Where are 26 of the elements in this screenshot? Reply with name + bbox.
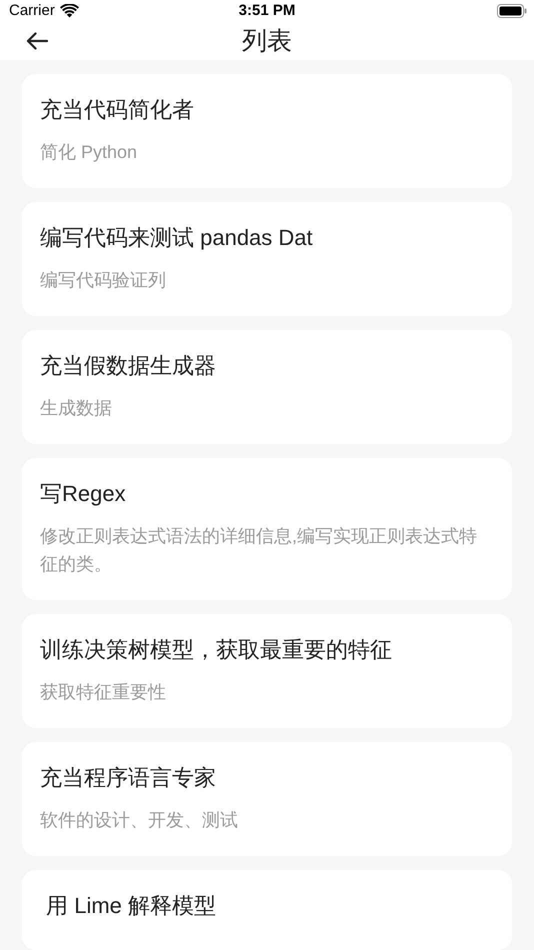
carrier-label: Carrier	[9, 1, 55, 21]
list-card[interactable]: 编写代码来测试 pandas Dat 编写代码验证列	[22, 202, 512, 316]
card-title: 训练决策树模型，获取最重要的特征	[40, 636, 393, 664]
battery-icon	[497, 4, 527, 18]
card-title: 用 Lime 解释模型	[45, 892, 218, 920]
page-title: 列表	[242, 26, 292, 56]
status-time: 3:51 PM	[238, 1, 296, 21]
card-title: 写Regex	[40, 480, 127, 508]
card-subtitle: 编写代码验证列	[40, 269, 167, 292]
card-subtitle: 软件的设计、开发、测试	[40, 809, 239, 832]
card-title: 充当假数据生成器	[40, 352, 217, 380]
list-card[interactable]: 写Regex 修改正则表达式语法的详细信息,编写实现正则表达式特征的类。	[22, 458, 512, 600]
list-card[interactable]: 用 Lime 解释模型	[22, 870, 512, 950]
card-subtitle: 生成数据	[40, 397, 113, 420]
card-subtitle: 修改正则表达式语法的详细信息,编写实现正则表达式特征的类。	[40, 525, 478, 576]
card-subtitle: 简化 Python	[40, 141, 138, 164]
list-card[interactable]: 充当程序语言专家 软件的设计、开发、测试	[22, 742, 512, 856]
card-title: 充当程序语言专家	[40, 764, 217, 792]
card-subtitle: 获取特征重要性	[40, 681, 167, 704]
back-arrow-icon	[26, 32, 48, 50]
wifi-icon	[60, 4, 79, 18]
card-title: 充当代码简化者	[40, 96, 195, 124]
list-card[interactable]: 训练决策树模型，获取最重要的特征 获取特征重要性	[22, 614, 512, 728]
list-card[interactable]: 充当假数据生成器 生成数据	[22, 330, 512, 444]
list-card[interactable]: 充当代码简化者 简化 Python	[22, 74, 512, 188]
card-title: 编写代码来测试 pandas Dat	[40, 224, 314, 252]
